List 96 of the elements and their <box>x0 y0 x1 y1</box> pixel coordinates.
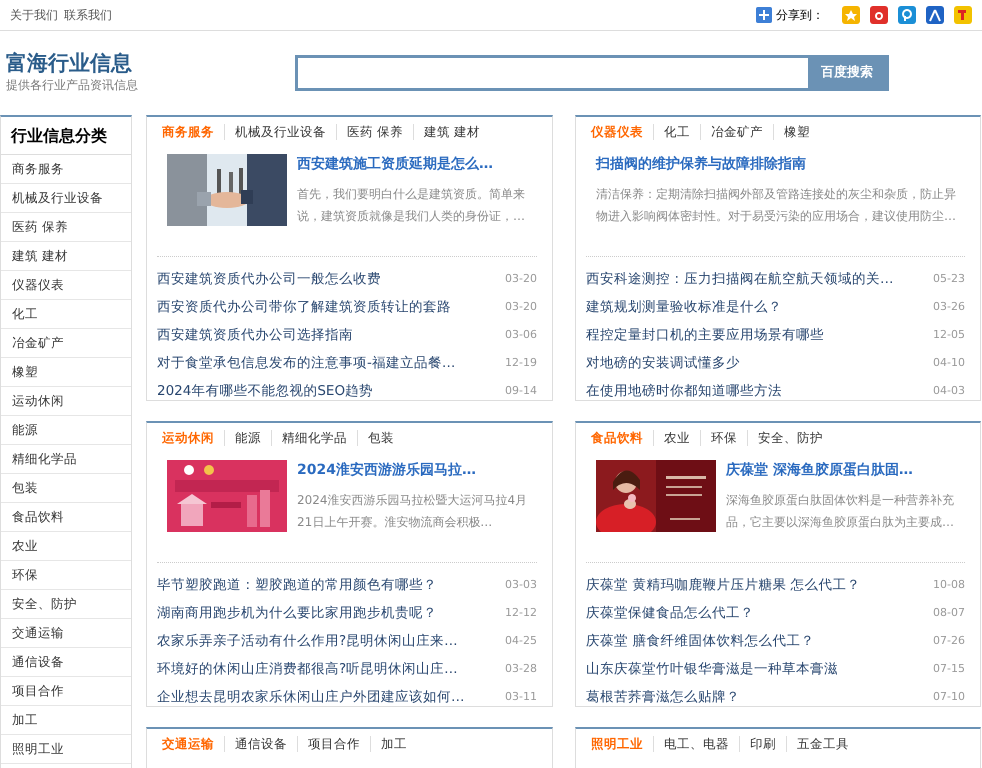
site-title: 富海行业信息 <box>6 52 133 76</box>
category-tab[interactable]: 五金工具 <box>786 736 859 752</box>
news-date: 03-20 <box>505 270 537 287</box>
news-date: 04-10 <box>933 354 965 371</box>
news-date: 12-19 <box>505 354 537 371</box>
news-link[interactable]: 庆葆堂保健食品怎么代工？ <box>586 602 754 624</box>
news-date: 10-08 <box>933 576 965 593</box>
category-tab[interactable]: 建筑 建材 <box>412 124 490 140</box>
category-tab[interactable]: 农业 <box>653 430 700 446</box>
news-link[interactable]: 建筑规划测量验收标准是什么？ <box>586 296 782 318</box>
news-link[interactable]: 毕节塑胶跑道：塑胶跑道的常用颜色有哪些？ <box>157 574 437 596</box>
sidebar-item[interactable]: 化工 <box>1 300 131 329</box>
sidebar-item[interactable]: 农业 <box>1 532 131 561</box>
news-link[interactable]: 庆葆堂 膳食纤维固体饮料怎么代工？ <box>586 630 814 652</box>
top-link[interactable]: 关于我们 <box>10 6 58 24</box>
circle-p-icon[interactable] <box>898 6 916 24</box>
category-tab[interactable]: 安全、防护 <box>747 430 833 446</box>
news-link[interactable]: 湖南商用跑步机为什么要比家用跑步机贵呢？ <box>157 602 437 624</box>
feature-title[interactable]: 2024淮安西游游乐园马拉… <box>297 460 537 481</box>
news-date: 03-26 <box>933 298 965 315</box>
sidebar-item[interactable]: 建筑 建材 <box>1 242 131 271</box>
news-date: 03-11 <box>505 688 537 705</box>
category-tab[interactable]: 化工 <box>653 124 700 140</box>
category-tab[interactable]: 包装 <box>357 430 404 446</box>
sidebar-item[interactable]: 医药 保养 <box>1 213 131 242</box>
news-link[interactable]: 环境好的休闲山庄消费都很高?听昆明休闲山庄… <box>157 658 458 680</box>
category-tab[interactable]: 能源 <box>224 430 271 446</box>
share-label: 分享到： <box>776 7 824 24</box>
news-link[interactable]: 在使用地磅时你都知道哪些方法 <box>586 380 782 402</box>
sidebar-item[interactable]: 仪器仪表 <box>1 271 131 300</box>
sidebar-item[interactable]: 商务服务 <box>1 155 131 184</box>
news-link[interactable]: 企业想去昆明农家乐休闲山庄户外团建应该如何… <box>157 686 464 708</box>
sidebar-item[interactable]: 项目合作 <box>1 677 131 706</box>
news-link[interactable]: 山东庆葆堂竹叶银华膏滋是一种草本膏滋 <box>586 658 838 680</box>
news-date: 09-14 <box>505 382 537 399</box>
share-plus-icon[interactable] <box>756 7 772 23</box>
site-subtitle: 提供各行业产品资讯信息 <box>6 76 138 94</box>
news-link[interactable]: 程控定量封口机的主要应用场景有哪些 <box>586 324 824 346</box>
sidebar-title: 行业信息分类 <box>1 117 131 155</box>
sidebar-item[interactable]: 精细化学品 <box>1 445 131 474</box>
news-date: 04-03 <box>933 382 965 399</box>
news-date: 05-23 <box>933 270 965 287</box>
news-link[interactable]: 西安资质代办公司带你了解建筑资质转让的套路 <box>157 296 451 318</box>
category-tab[interactable]: 橡塑 <box>773 124 820 140</box>
sidebar-item[interactable]: 包装 <box>1 474 131 503</box>
sidebar-item[interactable]: 运动休闲 <box>1 387 131 416</box>
news-date: 12-12 <box>505 604 537 621</box>
category-tab[interactable]: 机械及行业设备 <box>224 124 336 140</box>
feature-title[interactable]: 扫描阀的维护保养与故障排除指南 <box>596 154 965 175</box>
news-link[interactable]: 西安科途测控：压力扫描阀在航空航天领域的关… <box>586 268 894 290</box>
news-link[interactable]: 庆葆堂 黄精玛咖鹿鞭片压片糖果 怎么代工？ <box>586 574 861 596</box>
news-link[interactable]: 对地磅的安装调试懂多少 <box>586 352 740 374</box>
sidebar-item[interactable]: 照明工业 <box>1 735 131 764</box>
news-date: 08-07 <box>933 604 965 621</box>
feature-summary: 清洁保养：定期清除扫描阀外部及管路连接处的灰尘和杂质，防止异物进入影响阀体密封性。对于易受污染的应用场合，建议使用防尘… <box>596 186 957 225</box>
category-tab[interactable]: 通信设备 <box>224 736 297 752</box>
category-tab[interactable]: 环保 <box>700 430 747 446</box>
sidebar-item[interactable]: 通信设备 <box>1 648 131 677</box>
category-tab[interactable]: 精细化学品 <box>271 430 357 446</box>
news-date: 03-20 <box>505 298 537 315</box>
sidebar-item[interactable]: 交通运输 <box>1 619 131 648</box>
sidebar-item[interactable]: 冶金矿产 <box>1 329 131 358</box>
feature-summary: 2024淮安西游乐园马拉松暨大运河马拉4月21日上午开赛。淮安物流商会积极… <box>297 492 528 531</box>
sidebar-item[interactable]: 橡塑 <box>1 358 131 387</box>
news-date: 07-26 <box>933 632 965 649</box>
sidebar-item[interactable]: 加工 <box>1 706 131 735</box>
news-link[interactable]: 葛根苦荞膏滋怎么贴牌？ <box>586 686 740 708</box>
category-tab[interactable]: 冶金矿产 <box>700 124 773 140</box>
category-tab[interactable]: 项目合作 <box>297 736 370 752</box>
feature-title[interactable]: 庆葆堂 深海鱼胶原蛋白肽固… <box>726 460 965 481</box>
feature-summary: 首先，我们要明白什么是建筑资质。简单来说，建筑资质就像是我们人类的身份证，… <box>297 186 526 225</box>
news-link[interactable]: 2024年有哪些不能忽视的SEO趋势 <box>157 380 374 402</box>
news-link[interactable]: 农家乐弄亲子活动有什么作用?昆明休闲山庄来… <box>157 630 458 652</box>
category-tab[interactable]: 加工 <box>370 736 417 752</box>
sidebar-item[interactable]: 机械及行业设备 <box>1 184 131 213</box>
news-link[interactable]: 对于食堂承包信息发布的注意事项-福建立品餐… <box>157 352 456 374</box>
news-date: 12-05 <box>933 326 965 343</box>
category-tab[interactable]: 医药 保养 <box>336 124 413 140</box>
feature-title[interactable]: 西安建筑施工资质延期是怎么… <box>297 154 537 175</box>
news-date: 04-25 <box>505 632 537 649</box>
sidebar-item[interactable]: 环保 <box>1 561 131 590</box>
top-link[interactable]: 联系我们 <box>64 6 112 24</box>
news-date: 03-06 <box>505 326 537 343</box>
sidebar-item[interactable]: 食品饮料 <box>1 503 131 532</box>
feature-summary: 深海鱼胶原蛋白肽固体饮料是一种营养补充品，它主要以深海鱼胶原蛋白肽为主要成… <box>726 492 955 531</box>
category-tab[interactable]: 电工、电器 <box>653 736 739 752</box>
news-date: 07-15 <box>933 660 965 677</box>
news-link[interactable]: 西安建筑资质代办公司选择指南 <box>157 324 353 346</box>
news-date: 03-03 <box>505 576 537 593</box>
category-tab[interactable]: 印刷 <box>739 736 786 752</box>
sidebar-item[interactable]: 能源 <box>1 416 131 445</box>
news-link[interactable]: 西安建筑资质代办公司一般怎么收费 <box>157 268 381 290</box>
sidebar-item[interactable]: 安全、防护 <box>1 590 131 619</box>
t-letter-icon[interactable] <box>954 6 972 24</box>
news-date: 03-28 <box>505 660 537 677</box>
news-date: 07-10 <box>933 688 965 705</box>
